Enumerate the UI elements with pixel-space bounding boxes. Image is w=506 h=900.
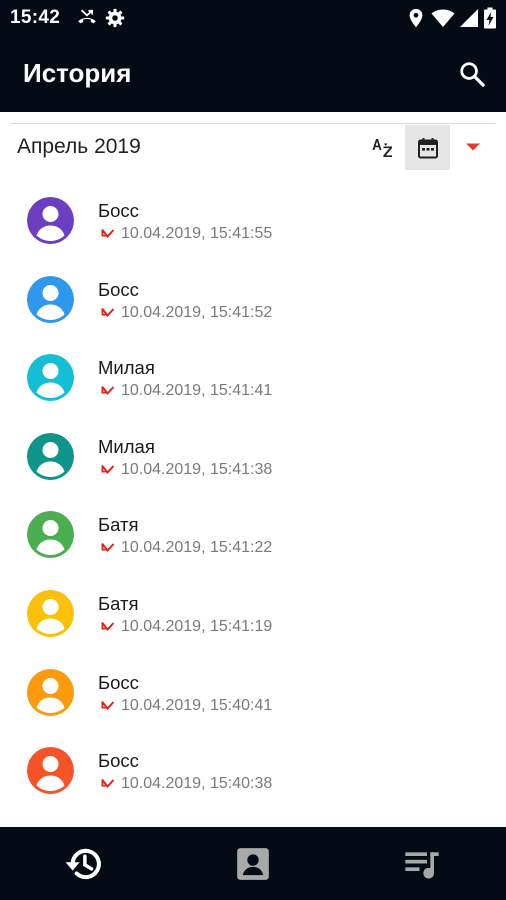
call-timestamp: 10.04.2019, 15:41:19 (121, 618, 273, 635)
call-timestamp: 10.04.2019, 15:41:52 (121, 303, 273, 321)
call-timestamp: 10.04.2019, 15:41:55 (121, 225, 273, 242)
missed-call-icon (76, 7, 98, 29)
location-pin-icon (405, 7, 427, 29)
bottom-navigation (0, 827, 506, 900)
search-icon (460, 62, 485, 87)
call-timestamp: 10.04.2019, 15:41:41 (121, 382, 273, 400)
tab-history[interactable] (0, 827, 168, 900)
tab-playlist[interactable] (338, 827, 506, 900)
page-title: История (23, 58, 132, 88)
contact-name: Батя (98, 514, 139, 536)
call-timestamp: 10.04.2019, 15:41:38 (121, 460, 273, 478)
avatar (27, 354, 74, 402)
avatar (27, 511, 74, 559)
calendar-icon (417, 137, 438, 158)
cell-signal-icon (459, 7, 481, 29)
avatar (27, 275, 74, 323)
settings-gear-icon (104, 7, 126, 29)
app-bar: История (0, 36, 506, 112)
missed-call-icon (100, 462, 116, 478)
call-timestamp: 10.04.2019, 15:40:41 (121, 696, 273, 714)
avatar (27, 197, 74, 244)
avatar (27, 432, 74, 480)
missed-call-icon (100, 776, 116, 792)
contact-name: Милая (98, 435, 155, 457)
call-list-item[interactable]: Батя 10.04.2019, 15:41:19 (0, 570, 506, 649)
call-timestamp: 10.04.2019, 15:40:38 (121, 775, 273, 793)
history-icon (65, 848, 101, 879)
contact-name: Босс (98, 200, 139, 221)
contacts-icon (237, 847, 269, 880)
avatar (27, 590, 74, 637)
contact-name: Батя (98, 593, 139, 614)
avatar (27, 668, 74, 716)
missed-call-icon (100, 305, 116, 321)
playlist-icon (405, 851, 439, 878)
call-timestamp: 10.04.2019, 15:41:22 (121, 539, 273, 557)
call-list-item[interactable]: Босс 10.04.2019, 15:41:52 (0, 256, 506, 335)
contact-name: Босс (98, 750, 139, 772)
call-list-item[interactable]: Босс 10.04.2019, 15:41:55 (0, 177, 506, 256)
wifi-icon (431, 7, 455, 29)
missed-call-icon (100, 226, 116, 242)
divider (10, 123, 495, 124)
missed-call-icon (100, 619, 116, 635)
dropdown-button[interactable] (458, 132, 488, 162)
call-list-item[interactable]: Милая 10.04.2019, 15:41:38 (0, 413, 506, 492)
tab-contacts[interactable] (169, 827, 337, 900)
call-list-item[interactable]: Батя 10.04.2019, 15:41:22 (0, 491, 506, 570)
missed-call-icon (100, 698, 116, 714)
sort-az-button[interactable] (364, 129, 402, 167)
dropdown-arrow-icon (466, 143, 480, 151)
call-list-item[interactable]: Босс 10.04.2019, 15:40:38 (0, 727, 506, 806)
contact-name: Босс (98, 671, 139, 693)
battery-charging-icon (483, 7, 497, 29)
contact-name: Босс (98, 278, 139, 300)
search-button[interactable] (452, 54, 492, 94)
missed-call-icon (100, 540, 116, 556)
status-bar: 15:42 (0, 0, 506, 36)
sort-az-icon (372, 139, 392, 157)
avatar (27, 747, 74, 795)
month-selector-label[interactable]: Апрель 2019 (17, 135, 141, 159)
status-time: 15:42 (10, 7, 61, 28)
call-list-item[interactable]: Босс 10.04.2019, 15:40:41 (0, 649, 506, 728)
missed-call-icon (100, 383, 116, 399)
calendar-button[interactable] (405, 125, 450, 170)
call-list-item[interactable]: Милая 10.04.2019, 15:41:41 (0, 334, 506, 413)
call-history-list[interactable]: Босс 10.04.2019, 15:41:55 Босс 10.04.2019, … (0, 177, 506, 827)
contact-name: Милая (98, 357, 155, 379)
